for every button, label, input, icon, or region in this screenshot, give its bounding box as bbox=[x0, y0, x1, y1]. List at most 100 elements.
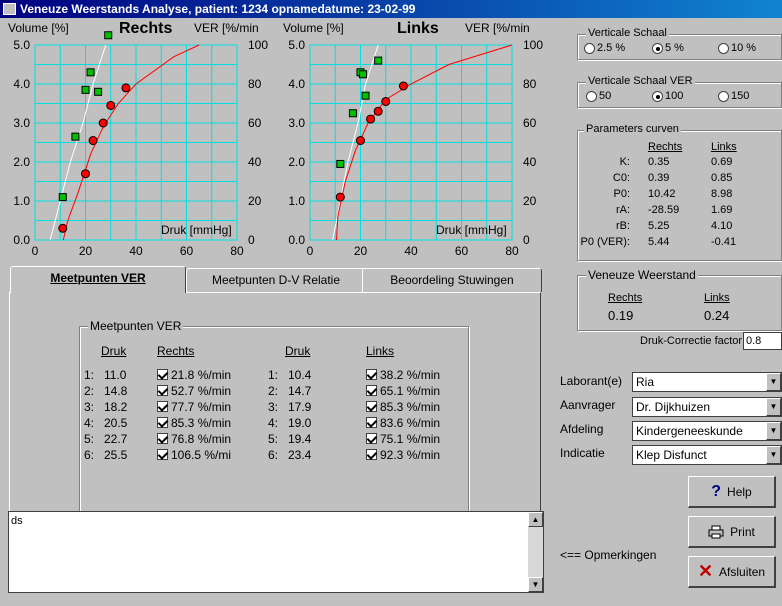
ver-point bbox=[398, 81, 408, 91]
ver-radio-50[interactable]: 50 bbox=[586, 90, 611, 102]
row-index: 1: bbox=[84, 368, 95, 382]
y-axis-label: Volume [%] bbox=[8, 21, 69, 35]
checkbox[interactable] bbox=[157, 385, 168, 396]
checkbox[interactable] bbox=[157, 433, 168, 444]
param-name: rB: bbox=[615, 220, 630, 232]
afdeling-value: Kindergeneeskunde bbox=[636, 424, 743, 438]
links-ver-value[interactable]: 83.6 %/min bbox=[366, 416, 440, 430]
scale-radio-5[interactable]: 5 % bbox=[652, 42, 684, 54]
links-ver-value[interactable]: 38.2 %/min bbox=[366, 368, 440, 382]
laborant-select[interactable]: Ria ▼ bbox=[632, 372, 782, 392]
x-axis-label: Druk [mmHg] bbox=[436, 223, 507, 237]
parameters-group: Parameters curven Rechts Links K: 0.35 0.6… bbox=[577, 123, 782, 261]
resistance-group: Veneuze Weerstand Rechts Links 0.19 0.24 bbox=[577, 268, 782, 331]
checkbox[interactable] bbox=[366, 417, 377, 428]
close-button[interactable]: ✕ Afsluiten bbox=[688, 556, 776, 588]
radio-label: 150 bbox=[731, 90, 750, 102]
checkbox[interactable] bbox=[157, 369, 168, 380]
resistance-header-rechts: Rechts bbox=[608, 292, 643, 304]
rechts-ver-value[interactable]: 21.8 %/min bbox=[157, 368, 231, 382]
scroll-up-icon[interactable]: ▲ bbox=[528, 512, 543, 527]
indicatie-select[interactable]: Klep Disfunct ▼ bbox=[632, 445, 782, 465]
druk-links-value: 14.7 bbox=[288, 384, 312, 398]
param-links: 4.10 bbox=[711, 220, 733, 232]
x-tick-label: 40 bbox=[129, 244, 143, 258]
checkbox[interactable] bbox=[366, 369, 377, 380]
param-name: K: bbox=[619, 156, 630, 168]
print-label: Print bbox=[730, 524, 755, 539]
y2-axis-label: VER [%/min bbox=[465, 21, 530, 35]
druk-rechts-value: 14.8 bbox=[104, 384, 128, 398]
close-label: Afsluiten bbox=[719, 564, 766, 579]
links-ver-value[interactable]: 92.3 %/min bbox=[366, 448, 440, 462]
rechts-ver-value[interactable]: 77.7 %/min bbox=[157, 400, 231, 414]
chevron-down-icon[interactable]: ▼ bbox=[766, 422, 781, 440]
y2-tick-label: 100 bbox=[523, 38, 544, 52]
volume-point bbox=[58, 193, 67, 202]
chevron-down-icon[interactable]: ▼ bbox=[766, 446, 781, 464]
volume-point bbox=[94, 87, 103, 96]
radio-label: 10 % bbox=[731, 42, 757, 54]
y2-tick-label: 20 bbox=[248, 194, 262, 208]
param-links: -0.41 bbox=[711, 236, 737, 248]
rechts-ver-value[interactable]: 106.5 %/mi bbox=[157, 448, 231, 462]
x-tick-label: 80 bbox=[230, 244, 244, 258]
radio-dot bbox=[584, 42, 595, 54]
param-rechts: 0.39 bbox=[648, 172, 670, 184]
tab-meetpunten-dv[interactable]: Meetpunten D-V Relatie bbox=[186, 268, 366, 292]
checkbox[interactable] bbox=[366, 401, 377, 412]
vertical-scale-title: Verticale Schaal bbox=[586, 27, 669, 39]
volume-point bbox=[81, 85, 90, 94]
rechts-ver-value[interactable]: 85.3 %/min bbox=[157, 416, 231, 430]
ver-point bbox=[121, 83, 131, 93]
volume-point bbox=[86, 68, 95, 77]
tab-meetpunten-ver[interactable]: Meetpunten VER bbox=[10, 266, 186, 293]
ver-point bbox=[98, 118, 108, 128]
param-name: P0 (VER): bbox=[580, 236, 630, 248]
rechts-ver-value[interactable]: 52.7 %/min bbox=[157, 384, 231, 398]
help-button[interactable]: ? Help bbox=[688, 476, 776, 508]
scroll-down-icon[interactable]: ▼ bbox=[528, 577, 543, 592]
links-ver-value[interactable]: 75.1 %/min bbox=[366, 432, 440, 446]
chevron-down-icon[interactable]: ▼ bbox=[766, 398, 781, 416]
checkbox[interactable] bbox=[157, 401, 168, 412]
y2-tick-label: 60 bbox=[523, 116, 537, 130]
row-index: 6: bbox=[84, 448, 95, 462]
parameters-title: Parameters curven bbox=[584, 123, 681, 135]
params-header-rechts: Rechts bbox=[648, 141, 683, 153]
checkbox[interactable] bbox=[366, 385, 377, 396]
row-index: 2: bbox=[268, 384, 279, 398]
druk-rechts-value: 25.5 bbox=[104, 448, 128, 462]
question-icon: ? bbox=[711, 482, 722, 500]
param-rechts: -28.59 bbox=[648, 204, 680, 216]
remarks-scrollbar[interactable]: ▲ ▼ bbox=[528, 512, 543, 592]
druk-rechts-value: 20.5 bbox=[104, 416, 128, 430]
chevron-down-icon[interactable]: ▼ bbox=[766, 373, 781, 391]
links-ver-value[interactable]: 85.3 %/min bbox=[366, 400, 440, 414]
rechts-ver-value[interactable]: 76.8 %/min bbox=[157, 432, 231, 446]
checkbox[interactable] bbox=[157, 417, 168, 428]
header-druk-links: Druk bbox=[285, 344, 311, 358]
checkbox[interactable] bbox=[366, 433, 377, 444]
param-rechts: 0.35 bbox=[648, 156, 670, 168]
remarks-textarea[interactable]: ds ▲ ▼ bbox=[8, 511, 544, 593]
print-button[interactable]: Print bbox=[688, 516, 776, 548]
correction-input[interactable]: 0.8 bbox=[743, 332, 782, 350]
aanvrager-select[interactable]: Dr. Dijkhuizen ▼ bbox=[632, 397, 782, 417]
checkbox[interactable] bbox=[366, 449, 377, 460]
tab-beoordeling[interactable]: Beoordeling Stuwingen bbox=[362, 268, 542, 292]
ver-radio-150[interactable]: 150 bbox=[718, 90, 749, 102]
y2-tick-label: 60 bbox=[248, 116, 262, 130]
y2-tick-label: 80 bbox=[523, 77, 537, 91]
afdeling-select[interactable]: Kindergeneeskunde ▼ bbox=[632, 421, 782, 441]
links-ver-value[interactable]: 65.1 %/min bbox=[366, 384, 440, 398]
y-tick-label: 4.0 bbox=[13, 77, 30, 91]
scale-radio-10[interactable]: 10 % bbox=[718, 42, 756, 54]
row-index: 2: bbox=[84, 384, 95, 398]
app-icon[interactable] bbox=[3, 3, 16, 15]
printer-icon bbox=[708, 525, 724, 538]
checkbox[interactable] bbox=[157, 449, 168, 460]
ver-point bbox=[335, 192, 345, 202]
scale-radio-2-5[interactable]: 2.5 % bbox=[584, 42, 625, 54]
ver-radio-100[interactable]: 100 bbox=[652, 90, 683, 102]
